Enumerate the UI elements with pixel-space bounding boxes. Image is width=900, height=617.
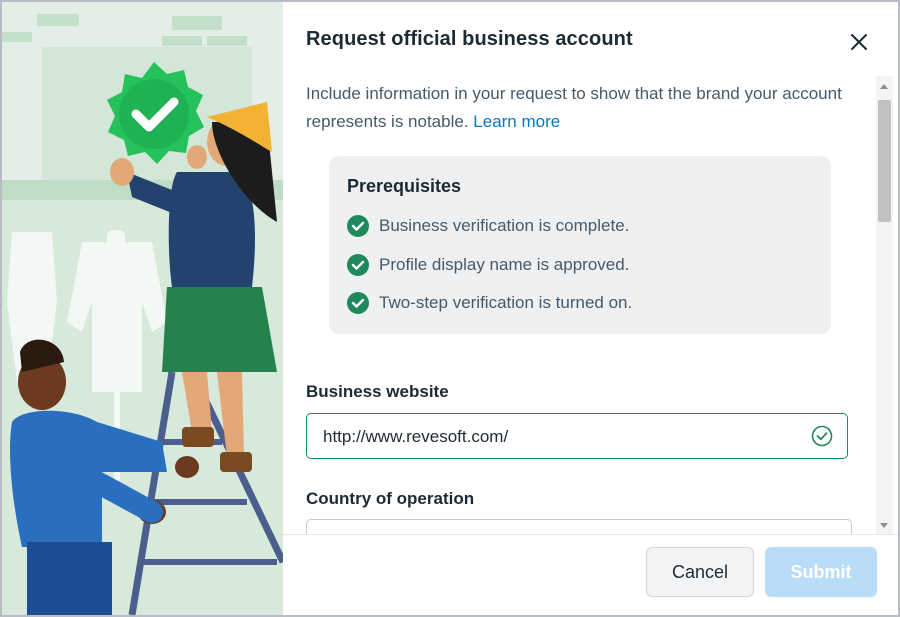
- close-button[interactable]: [845, 28, 873, 56]
- check-circle-icon: [347, 292, 369, 314]
- country-of-operation-label: Country of operation: [306, 489, 475, 508]
- prerequisite-label: Business verification is complete.: [379, 216, 630, 235]
- dialog-scroll-area[interactable]: Include information in your request to s…: [283, 76, 876, 534]
- business-website-label: Business website: [306, 382, 449, 401]
- dialog-description: Include information in your request to s…: [306, 80, 846, 136]
- scroll-down-arrow-icon[interactable]: [880, 523, 888, 528]
- prerequisite-item: Profile display name is approved.: [347, 254, 629, 276]
- request-business-account-dialog: Request official business account Includ…: [283, 2, 898, 615]
- submit-button[interactable]: Submit: [765, 547, 877, 597]
- prerequisite-item: Business verification is complete.: [347, 215, 629, 237]
- dialog-title: Request official business account: [306, 28, 633, 50]
- business-website-input[interactable]: http://www.revesoft.com/: [306, 413, 848, 459]
- country-of-operation-select[interactable]: [306, 519, 852, 534]
- close-icon: [851, 34, 867, 50]
- business-website-value: http://www.revesoft.com/: [323, 427, 509, 446]
- dialog-frame: Request official business account Includ…: [0, 0, 900, 617]
- verified-badge-illustration: [2, 2, 283, 615]
- check-circle-icon: [347, 254, 369, 276]
- dialog-footer: Cancel Submit: [283, 534, 898, 615]
- prerequisite-item: Two-step verification is turned on.: [347, 292, 632, 314]
- prerequisite-label: Profile display name is approved.: [379, 255, 630, 274]
- learn-more-link[interactable]: Learn more: [473, 112, 560, 131]
- description-text: Include information in your request to s…: [306, 84, 842, 131]
- prerequisites-box: Prerequisites Business verification is c…: [329, 156, 831, 334]
- prerequisite-label: Two-step verification is turned on.: [379, 293, 633, 312]
- vertical-scrollbar[interactable]: [876, 76, 893, 534]
- check-circle-icon: [347, 215, 369, 237]
- scrollbar-thumb[interactable]: [878, 100, 891, 222]
- cancel-button[interactable]: Cancel: [646, 547, 754, 597]
- prerequisites-heading: Prerequisites: [347, 176, 462, 196]
- scroll-up-arrow-icon[interactable]: [880, 84, 888, 89]
- illustration-panel: [2, 2, 283, 615]
- check-circle-outline-icon: [811, 425, 833, 447]
